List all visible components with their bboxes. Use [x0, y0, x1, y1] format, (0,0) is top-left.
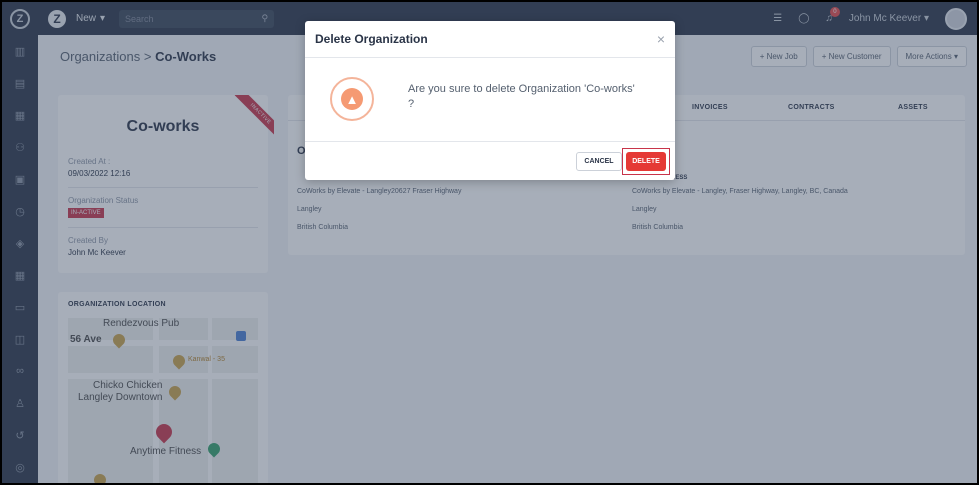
warning-icon: ▲	[330, 77, 374, 121]
dialog-footer: CANCEL DELETE	[305, 142, 675, 180]
dialog-body: ▲ Are you sure to delete Organization 'C…	[305, 58, 675, 142]
warning-triangle-icon: ▲	[341, 88, 363, 110]
app-frame: Z Z New ▾ ⚲ ☰ ◯ ♫0 John Mc Keever ▾ ▥ ▤ …	[2, 2, 977, 483]
dialog-title: Delete Organization	[315, 32, 428, 46]
dialog-header: Delete Organization ×	[305, 21, 675, 58]
dialog-message: Are you sure to delete Organization 'Co-…	[408, 83, 635, 110]
delete-organization-dialog: Delete Organization × ▲ Are you sure to …	[305, 21, 675, 180]
cancel-button[interactable]: CANCEL	[576, 152, 622, 171]
delete-button[interactable]: DELETE	[626, 152, 666, 171]
close-icon[interactable]: ×	[657, 31, 665, 47]
